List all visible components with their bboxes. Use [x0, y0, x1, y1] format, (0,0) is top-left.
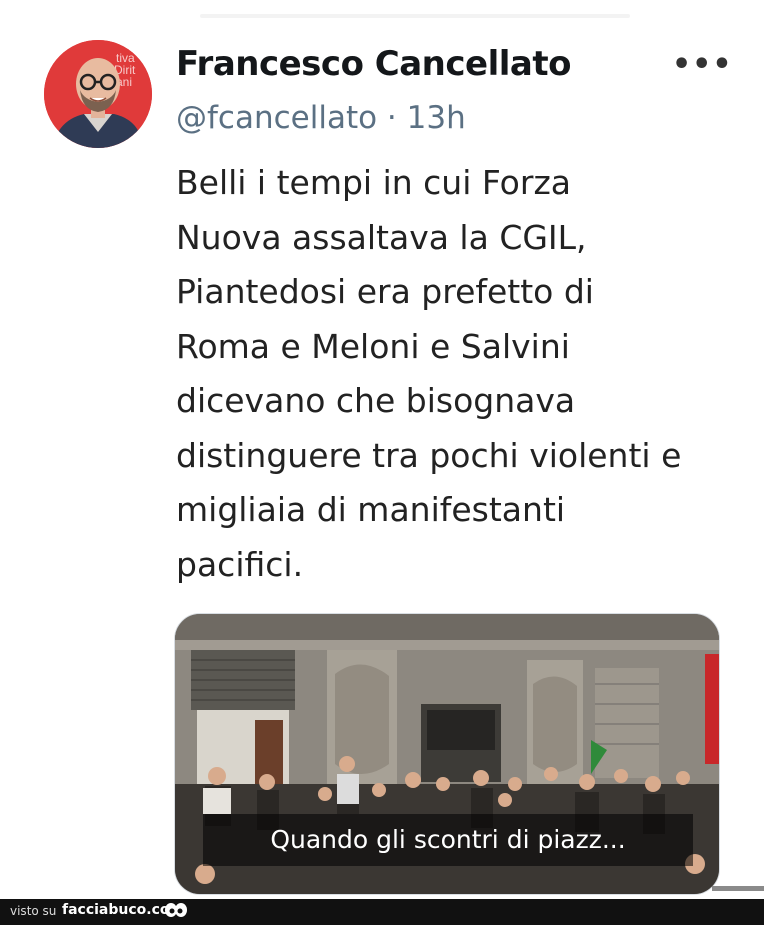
tweet-line: pacifici.	[176, 544, 304, 584]
media-card[interactable]: Quando gli scontri di piazz...	[174, 613, 720, 895]
avatar-image: tiva Dirit ani	[44, 40, 152, 148]
tweet-line: distinguere tra pochi violenti e	[176, 435, 682, 475]
eyes-logo-icon	[165, 903, 187, 917]
tweet-time[interactable]: 13h	[407, 100, 466, 136]
tweet-line: dicevano che bisognava	[176, 381, 576, 420]
tweet-line: Belli i tempi in cui Forza	[176, 163, 571, 202]
scroll-indicator	[712, 886, 764, 891]
tweet-line: Roma e Meloni e Salvini	[176, 326, 570, 366]
visto-label: visto su	[10, 904, 57, 918]
tweet-text: Belli i tempi in cui Forza Nuova assalta…	[176, 156, 746, 592]
watermark-bar: visto su facciabuco.com	[0, 899, 764, 925]
author-name[interactable]: Francesco Cancellato	[176, 44, 571, 84]
tweet-line: migliaia di manifestanti	[176, 490, 566, 529]
meta-separator: ·	[386, 100, 397, 136]
avatar[interactable]: tiva Dirit ani	[44, 40, 152, 148]
author-meta: @fcancellato · 13h	[176, 100, 466, 136]
media-caption: Quando gli scontri di piazz...	[203, 814, 693, 866]
author-handle[interactable]: @fcancellato	[176, 100, 377, 136]
tweet-line: Piantedosi era prefetto di	[176, 272, 594, 311]
more-icon[interactable]: •••	[672, 50, 733, 80]
tweet-line: Nuova assaltava la CGIL,	[176, 217, 587, 257]
top-divider	[200, 14, 630, 18]
